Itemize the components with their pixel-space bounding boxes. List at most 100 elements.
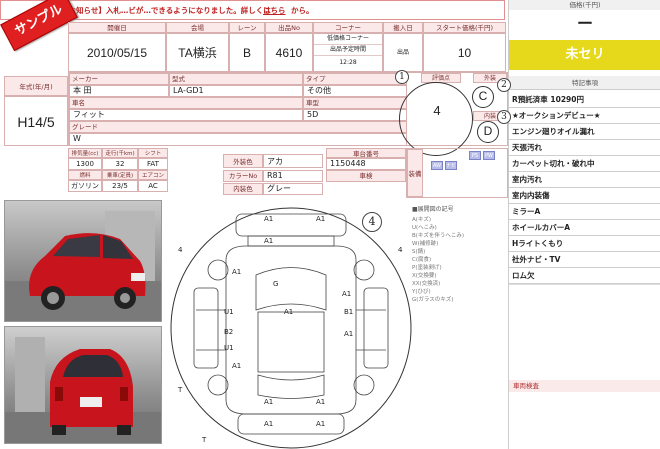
- note-item: ★オークションデビュー★: [509, 108, 660, 124]
- name-label: 車名: [69, 97, 303, 109]
- equip-ps-button[interactable]: PS: [469, 151, 481, 160]
- ext-color-label: 外装色: [223, 154, 263, 168]
- maker-label: メーカー: [69, 73, 169, 85]
- exterior-score: C: [478, 89, 488, 103]
- body-label: 車型: [303, 97, 407, 109]
- damage-mark: U1: [224, 344, 234, 352]
- corner-time: 12:28: [314, 55, 382, 70]
- damage-mark: A1: [264, 420, 274, 428]
- auction-status: 未セリ: [509, 40, 660, 70]
- car-front-image: [5, 211, 161, 321]
- note-item: Hライトくもり: [509, 236, 660, 252]
- notice-suffix: から。: [291, 6, 314, 15]
- equip-aw-button[interactable]: AW: [431, 161, 443, 170]
- legend-title: ■展開図の記号: [412, 206, 454, 213]
- int-color-label: 内装色: [223, 183, 263, 195]
- model-code: LA-GD1: [169, 85, 303, 97]
- chassis-number: 1150448: [326, 158, 406, 170]
- body-type: 5D: [303, 109, 407, 121]
- tire-depth-front-right: 4: [398, 246, 403, 254]
- notes-title: 特記事項: [509, 76, 660, 90]
- spec-label-shift: シフト: [138, 148, 168, 158]
- damage-mark: A1: [264, 398, 274, 406]
- diagram-callout-4: 4: [362, 212, 382, 232]
- auction-venue: TA横浜: [166, 33, 229, 72]
- spec-label-mileage: 走行(千km): [102, 148, 138, 158]
- year-label: 年式(年/月): [4, 76, 68, 96]
- damage-mark: A1: [284, 308, 294, 316]
- entry-label: 搬入日: [383, 22, 423, 33]
- corner-label: コーナー: [313, 22, 383, 33]
- car-rear-image: [5, 337, 161, 443]
- notice-link[interactable]: こちら: [263, 5, 286, 16]
- notes-blank-area: [509, 284, 660, 378]
- damage-mark: A1: [232, 362, 242, 370]
- tire-depth-rear-left: T: [178, 386, 183, 394]
- tire-depth-rear-right: T: [202, 436, 207, 444]
- type-label: タイプ: [303, 73, 407, 85]
- damage-mark: U1: [224, 308, 234, 316]
- car-photo-rear[interactable]: [4, 326, 162, 444]
- vehicle-type: その他: [303, 85, 407, 97]
- equipment-area: 装備 PS PW AW ナビ: [406, 148, 508, 198]
- auction-lane: B: [229, 33, 265, 72]
- date-label: 開催日: [68, 22, 166, 33]
- vehicle-info: メーカー 型式 タイプ 本 田 LA-GD1 その他 車名 車型 フィット 5D…: [68, 72, 407, 146]
- legend-item: X(交換要): [412, 273, 437, 279]
- current-price: ー: [576, 16, 593, 33]
- equip-navi-button[interactable]: ナビ: [445, 161, 457, 170]
- legend-item: P(塗装剥げ): [412, 265, 442, 271]
- note-item: ミラーA: [509, 204, 660, 220]
- damage-mark: A1: [344, 330, 354, 338]
- damage-mark: A1: [316, 398, 326, 406]
- corner-cell: 低価格コーナー 出品予定時間 12:28: [313, 33, 383, 72]
- legend-item: W(補修跡): [412, 241, 439, 247]
- memo-label: 車両検査: [509, 380, 660, 392]
- spec-label-fuel: 燃料: [68, 170, 102, 180]
- model-year: H14/5: [4, 96, 68, 146]
- note-item: ホイールカバーA: [509, 220, 660, 236]
- car-photo-front[interactable]: [4, 200, 162, 322]
- damage-mark: A1: [232, 268, 242, 276]
- spec-mileage: 32: [102, 158, 138, 170]
- header-table: 開催日 会場 レーン 出品No コーナー 搬入日 スタート価格(千円) 2010…: [68, 22, 506, 72]
- score-callout-3: 3: [497, 110, 511, 124]
- legend-item: S(錆): [412, 249, 426, 255]
- spec-displacement: 1300: [68, 158, 102, 170]
- note-item: エンジン廻りオイル漏れ: [509, 124, 660, 140]
- spec-label-seating: 乗車(定員): [102, 170, 138, 180]
- damage-mark: A1: [316, 215, 326, 223]
- notice-text: 【お知らせ】入札…ビが…できるようになりました。詳しくは: [61, 6, 271, 15]
- ext-color: アカ: [263, 154, 323, 168]
- score-callout-1: 1: [395, 70, 409, 84]
- lot-number: 4610: [265, 33, 313, 72]
- spec-shift: FAT: [138, 158, 168, 170]
- color-no-label: カラーNo: [223, 170, 263, 182]
- note-item: R預託済車 10290円: [509, 92, 660, 108]
- spec-label-displacement: 排気量(cc): [68, 148, 102, 158]
- damage-mark: G: [273, 280, 279, 288]
- legend-item: Y(ひび): [412, 289, 431, 295]
- damage-mark: B1: [344, 308, 354, 316]
- corner-name: 低価格コーナー: [326, 35, 369, 42]
- legend-item: XX(交換済): [412, 281, 441, 287]
- score-area: 評価点 外装 内装 4 C D: [399, 72, 508, 156]
- color-no: R81: [263, 170, 323, 182]
- maker: 本 田: [69, 85, 169, 97]
- grade-label: グレード: [69, 121, 407, 133]
- damage-mark: B2: [224, 328, 234, 336]
- price-panel: 価格(千円) ー 未セリ 特記事項 R預託済車 10290円 ★オークションデビ…: [508, 0, 660, 449]
- auction-date: 2010/05/15: [68, 33, 166, 72]
- legend-item: U(へこみ): [412, 225, 437, 231]
- venue-label: 会場: [166, 22, 229, 33]
- legend-item: G(ガラスのキズ): [412, 297, 454, 303]
- entry-cell: 出品: [383, 33, 423, 72]
- spec-seating: 23/5: [102, 180, 138, 192]
- legend-item: B(キズを伴うへこみ): [412, 233, 465, 239]
- number-label: 出品No: [265, 22, 313, 33]
- note-item: カーペット切れ・破れ中: [509, 156, 660, 172]
- note-item: 室内内装傷: [509, 188, 660, 204]
- equip-pw-button[interactable]: PW: [483, 151, 495, 160]
- corner-time-label: 出品予定時間: [314, 44, 382, 55]
- entry-value: 出品: [396, 49, 409, 56]
